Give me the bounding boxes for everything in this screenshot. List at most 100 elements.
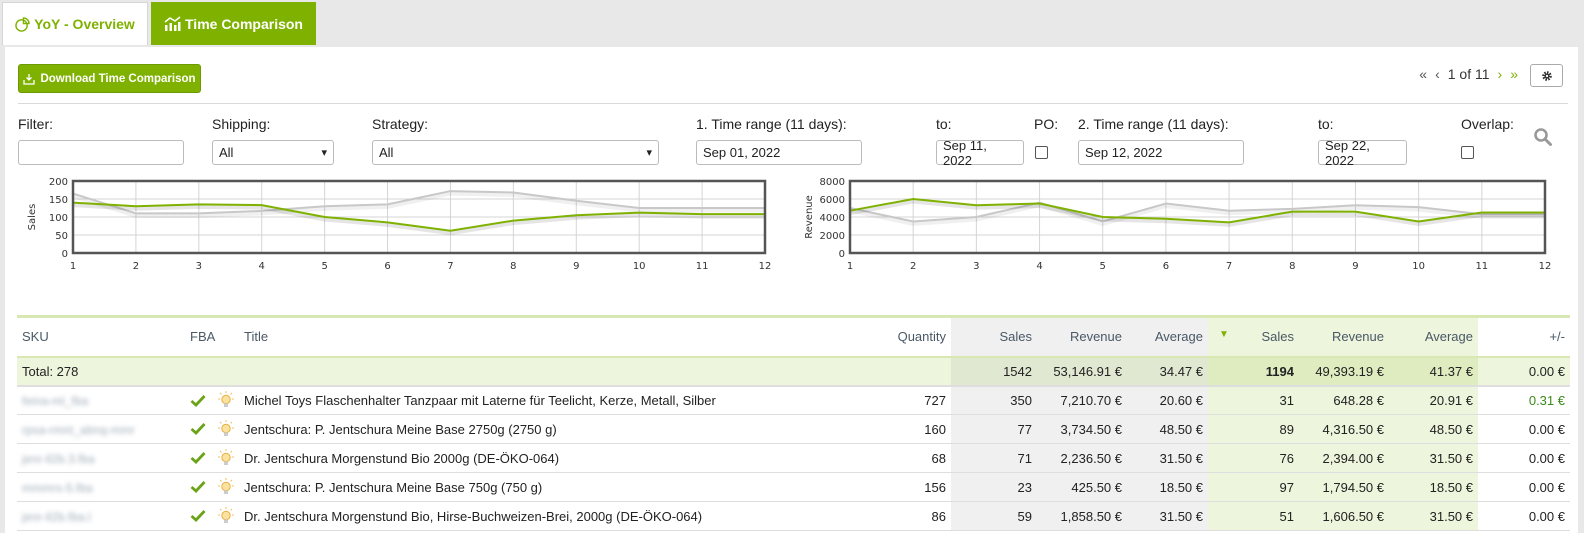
sku-cell[interactable]: feina-ml_fba [17,385,185,415]
table-header-row: SKU FBA Title Quantity Sales Revenue Ave… [17,316,1570,357]
range2-to-input[interactable]: Sep 22, 2022 [1318,138,1407,168]
filter-input[interactable] [18,140,184,165]
table-row[interactable]: rpsa-rmnt_abnq-mmr Jentschura: P. Jentsch… [17,414,1570,444]
title-cell[interactable]: Jentschura: P. Jentschura Meine Base 750… [239,472,851,502]
prev-page-button[interactable]: ‹ [1435,66,1440,82]
y-tick-label: 200 [49,177,68,188]
lightbulb-icon[interactable] [218,477,234,496]
x-tick-label: 9 [1352,261,1358,272]
fba-cell [185,443,239,473]
lightbulb-icon[interactable] [218,448,234,467]
x-tick-label: 11 [696,261,709,272]
table-row[interactable]: feina-ml_fba Michel Toys Flaschenhalter T… [17,385,1570,415]
checkmark-icon [190,510,206,523]
next-page-button[interactable]: › [1498,66,1503,82]
y-tick-label: 50 [55,231,68,242]
shipping-select[interactable]: All ▾ [212,140,334,165]
revenue-1-cell: 3,734.50 € [1037,414,1127,444]
sku-cell[interactable]: jenr-ll2b.3.fba [17,443,185,473]
col-average-1[interactable]: Average [1127,316,1208,357]
table-row[interactable]: jenr-ll2b.fba.l Dr. Jentschura Morgenstun… [17,501,1570,531]
x-tick-label: 4 [259,261,265,272]
search-button[interactable] [1533,127,1553,150]
table-row[interactable]: mmmrs-5.fba Jentschura: P. Jentschura Mei… [17,472,1570,502]
first-page-button[interactable]: « [1419,66,1427,82]
range2-to-label: to: [1318,116,1334,132]
total-revenue-1: 53,146.91 € [1037,355,1127,387]
diff-cell: 0.00 € [1478,472,1570,502]
sales-2-cell: 31 [1208,385,1299,415]
col-sales-2[interactable]: ▼ Sales [1208,316,1299,357]
range2-label: 2. Time range (11 days): [1078,116,1229,132]
po-label: PO: [1034,116,1059,132]
col-diff[interactable]: +/- [1478,317,1570,357]
total-average-2: 41.37 € [1389,355,1478,387]
fba-cell [185,414,239,444]
sales-2-cell: 89 [1208,414,1299,444]
title-cell[interactable]: Dr. Jentschura Morgenstund Bio 2000g (DE… [239,443,851,473]
po-checkbox[interactable] [1035,146,1048,159]
sku-value: rpsa-rmnt_abnq-mmr [22,422,135,437]
sort-desc-icon: ▼ [1219,329,1229,341]
sales-chart-svg: 1 2 3 4 5 6 7 8 9 10 11 12050100150200Sales [27,177,771,272]
average-1-cell: 48.50 € [1127,414,1208,444]
sku-cell[interactable]: mmmrs-5.fba [17,472,185,502]
sales-2-cell: 97 [1208,472,1299,502]
download-time-comparison-button[interactable]: Download Time Comparison [18,64,201,93]
col-revenue-1[interactable]: Revenue [1037,316,1127,357]
pagination: « ‹ 1 of 11 › » [1419,66,1518,82]
col-average-1-label: Average [1154,329,1203,345]
col-title[interactable]: Title [239,317,851,357]
tab-yoy-overview[interactable]: YoY - Overview [2,2,148,45]
checkmark-icon [190,452,206,465]
x-tick-label: 3 [973,261,979,272]
sku-cell[interactable]: rpsa-rmnt_abnq-mmr [17,414,185,444]
range1-from-input[interactable]: Sep 01, 2022 [696,140,862,165]
sales-1-cell: 350 [951,385,1037,415]
title-cell[interactable]: Dr. Jentschura Morgenstund Bio, Hirse-Bu… [239,501,851,531]
fba-cell [185,385,239,415]
x-tick-label: 2 [133,261,139,272]
title-cell[interactable]: Jentschura: P. Jentschura Meine Base 275… [239,414,851,444]
sku-value: feina-ml_fba [22,393,89,408]
range1-label: 1. Time range (11 days): [696,116,847,132]
total-average-1: 34.47 € [1127,355,1208,387]
x-tick-label: 10 [1412,261,1425,272]
checkmark-icon [190,394,206,407]
col-sales-1[interactable]: Sales [951,316,1037,357]
col-revenue-2[interactable]: Revenue [1299,316,1389,357]
table-row[interactable]: jenr-ll2b.3.fba Dr. Jentschura Morgenstun… [17,443,1570,473]
range1-to-input[interactable]: Sep 11, 2022 [936,138,1024,168]
average-1-cell: 18.50 € [1127,472,1208,502]
lightbulb-icon[interactable] [218,506,234,525]
x-tick-label: 4 [1036,261,1042,272]
title-cell[interactable]: Michel Toys Flaschenhalter Tanzpaar mit … [239,385,851,415]
overlap-checkbox[interactable] [1461,146,1474,159]
lightbulb-icon[interactable] [218,419,234,438]
sales-1-cell: 77 [951,414,1037,444]
last-page-button[interactable]: » [1510,66,1518,82]
x-tick-label: 6 [384,261,390,272]
average-2-cell: 31.50 € [1389,443,1478,473]
revenue-chart: 1 2 3 4 5 6 7 8 9 10 11 12 0 2000 4000 6000 8000 Revenue [800,177,1570,285]
x-tick-label: 6 [1163,261,1169,272]
sales-chart: 1 2 3 4 5 6 7 8 9 10 11 12 0 50 100 150 200 Sales [15,177,785,285]
col-quantity[interactable]: Quantity [851,317,951,357]
range2-from-input[interactable]: Sep 12, 2022 [1078,140,1244,165]
strategy-select[interactable]: All ▾ [372,140,659,165]
col-sku[interactable]: SKU [17,317,185,357]
x-tick-label: 7 [447,261,453,272]
shipping-value: All [219,145,234,160]
sku-cell[interactable]: jenr-ll2b.fba.l [17,501,185,531]
x-tick-label: 7 [1226,261,1232,272]
sales-1-cell: 59 [951,501,1037,531]
sales-2-cell: 76 [1208,443,1299,473]
settings-button[interactable] [1530,64,1563,87]
col-fba[interactable]: FBA [185,317,239,357]
col-average-2[interactable]: Average [1389,316,1478,357]
y-tick-label: 4000 [820,213,845,224]
pie-chart-icon [15,16,30,32]
lightbulb-icon[interactable] [218,391,234,409]
tab-time-comparison[interactable]: Time Comparison [151,2,316,45]
x-tick-label: 5 [1100,261,1106,272]
